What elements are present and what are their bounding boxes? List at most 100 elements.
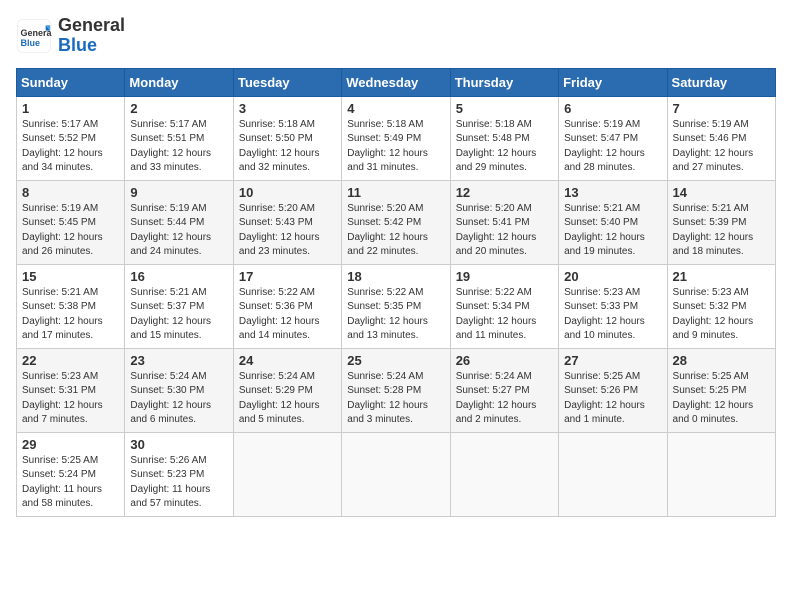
- calendar-cell: 25 Sunrise: 5:24 AMSunset: 5:28 PMDayligh…: [342, 348, 450, 432]
- calendar-cell: [450, 432, 558, 516]
- day-number: 13: [564, 185, 661, 200]
- day-info: Sunrise: 5:24 AMSunset: 5:27 PMDaylight:…: [456, 370, 553, 428]
- day-number: 5: [456, 101, 553, 116]
- day-info: Sunrise: 5:24 AMSunset: 5:29 PMDaylight:…: [239, 370, 336, 428]
- day-number: 14: [673, 185, 770, 200]
- calendar-cell: 26Sunrise: 5:24 AMSunset: 5:27 PMDayligh…: [450, 348, 558, 432]
- calendar-week-5: 29 Sunrise: 5:25 AMSunset: 5:24 PMDayligh…: [17, 432, 776, 516]
- calendar-cell: 13 Sunrise: 5:21 AMSunset: 5:40 PMDayligh…: [559, 180, 667, 264]
- calendar-cell: 7 Sunrise: 5:19 AMSunset: 5:46 PMDaylight…: [667, 96, 775, 180]
- calendar-cell: [667, 432, 775, 516]
- calendar-cell: 29 Sunrise: 5:25 AMSunset: 5:24 PMDayligh…: [17, 432, 125, 516]
- day-number: 20: [564, 269, 661, 284]
- day-number: 27: [564, 353, 661, 368]
- weekday-header-row: SundayMondayTuesdayWednesdayThursdayFrid…: [17, 68, 776, 96]
- weekday-header-sunday: Sunday: [17, 68, 125, 96]
- calendar-cell: 17 Sunrise: 5:22 AMSunset: 5:36 PMDayligh…: [233, 264, 341, 348]
- day-info: Sunrise: 5:20 AMSunset: 5:42 PMDaylight:…: [347, 202, 444, 260]
- day-number: 19: [456, 269, 553, 284]
- day-info: Sunrise: 5:18 AMSunset: 5:50 PMDaylight:…: [239, 118, 336, 176]
- day-number: 7: [673, 101, 770, 116]
- day-number: 29: [22, 437, 119, 452]
- day-info: Sunrise: 5:22 AMSunset: 5:34 PMDaylight:…: [456, 286, 553, 344]
- day-info: Sunrise: 5:21 AMSunset: 5:38 PMDaylight:…: [22, 286, 119, 344]
- day-number: 28: [673, 353, 770, 368]
- day-number: 12: [456, 185, 553, 200]
- calendar-cell: 15 Sunrise: 5:21 AMSunset: 5:38 PMDayligh…: [17, 264, 125, 348]
- day-number: 25: [347, 353, 444, 368]
- day-info: Sunrise: 5:20 AMSunset: 5:43 PMDaylight:…: [239, 202, 336, 260]
- calendar-cell: 1 Sunrise: 5:17 AMSunset: 5:52 PMDaylight…: [17, 96, 125, 180]
- day-number: 3: [239, 101, 336, 116]
- day-number: 24: [239, 353, 336, 368]
- page-header: General Blue General Blue: [16, 16, 776, 56]
- calendar-cell: 6 Sunrise: 5:19 AMSunset: 5:47 PMDaylight…: [559, 96, 667, 180]
- logo-blue: Blue: [58, 35, 97, 55]
- day-number: 21: [673, 269, 770, 284]
- calendar-cell: [342, 432, 450, 516]
- day-info: Sunrise: 5:18 AMSunset: 5:49 PMDaylight:…: [347, 118, 444, 176]
- calendar-cell: 2 Sunrise: 5:17 AMSunset: 5:51 PMDaylight…: [125, 96, 233, 180]
- calendar-body: 1 Sunrise: 5:17 AMSunset: 5:52 PMDaylight…: [17, 96, 776, 516]
- day-number: 18: [347, 269, 444, 284]
- calendar-cell: 8Sunrise: 5:19 AMSunset: 5:45 PMDaylight…: [17, 180, 125, 264]
- calendar-cell: 20 Sunrise: 5:23 AMSunset: 5:33 PMDayligh…: [559, 264, 667, 348]
- calendar-cell: 19 Sunrise: 5:22 AMSunset: 5:34 PMDayligh…: [450, 264, 558, 348]
- calendar-cell: 11 Sunrise: 5:20 AMSunset: 5:42 PMDayligh…: [342, 180, 450, 264]
- calendar-cell: 3 Sunrise: 5:18 AMSunset: 5:50 PMDaylight…: [233, 96, 341, 180]
- weekday-header-tuesday: Tuesday: [233, 68, 341, 96]
- day-number: 1: [22, 101, 119, 116]
- day-info: Sunrise: 5:24 AMSunset: 5:28 PMDaylight:…: [347, 370, 444, 428]
- day-info: Sunrise: 5:23 AMSunset: 5:32 PMDaylight:…: [673, 286, 770, 344]
- weekday-header-thursday: Thursday: [450, 68, 558, 96]
- day-info: Sunrise: 5:20 AMSunset: 5:41 PMDaylight:…: [456, 202, 553, 260]
- calendar-cell: 4Sunrise: 5:18 AMSunset: 5:49 PMDaylight…: [342, 96, 450, 180]
- day-info: Sunrise: 5:21 AMSunset: 5:39 PMDaylight:…: [673, 202, 770, 260]
- day-info: Sunrise: 5:22 AMSunset: 5:35 PMDaylight:…: [347, 286, 444, 344]
- day-info: Sunrise: 5:24 AMSunset: 5:30 PMDaylight:…: [130, 370, 227, 428]
- day-number: 6: [564, 101, 661, 116]
- calendar-cell: 22 Sunrise: 5:23 AMSunset: 5:31 PMDayligh…: [17, 348, 125, 432]
- calendar-week-2: 8Sunrise: 5:19 AMSunset: 5:45 PMDaylight…: [17, 180, 776, 264]
- day-info: Sunrise: 5:25 AMSunset: 5:24 PMDaylight:…: [22, 454, 119, 512]
- day-info: Sunrise: 5:23 AMSunset: 5:33 PMDaylight:…: [564, 286, 661, 344]
- calendar-cell: 23Sunrise: 5:24 AMSunset: 5:30 PMDayligh…: [125, 348, 233, 432]
- day-info: Sunrise: 5:19 AMSunset: 5:47 PMDaylight:…: [564, 118, 661, 176]
- day-info: Sunrise: 5:17 AMSunset: 5:52 PMDaylight:…: [22, 118, 119, 176]
- weekday-header-wednesday: Wednesday: [342, 68, 450, 96]
- calendar-cell: 9 Sunrise: 5:19 AMSunset: 5:44 PMDaylight…: [125, 180, 233, 264]
- day-info: Sunrise: 5:22 AMSunset: 5:36 PMDaylight:…: [239, 286, 336, 344]
- day-info: Sunrise: 5:26 AMSunset: 5:23 PMDaylight:…: [130, 454, 227, 512]
- day-info: Sunrise: 5:19 AMSunset: 5:46 PMDaylight:…: [673, 118, 770, 176]
- calendar-cell: 30 Sunrise: 5:26 AMSunset: 5:23 PMDayligh…: [125, 432, 233, 516]
- day-number: 2: [130, 101, 227, 116]
- day-number: 30: [130, 437, 227, 452]
- calendar-cell: 16Sunrise: 5:21 AMSunset: 5:37 PMDayligh…: [125, 264, 233, 348]
- day-info: Sunrise: 5:25 AMSunset: 5:26 PMDaylight:…: [564, 370, 661, 428]
- logo-icon: General Blue: [16, 18, 52, 54]
- day-info: Sunrise: 5:23 AMSunset: 5:31 PMDaylight:…: [22, 370, 119, 428]
- svg-text:Blue: Blue: [21, 38, 41, 48]
- calendar-cell: 5Sunrise: 5:18 AMSunset: 5:48 PMDaylight…: [450, 96, 558, 180]
- weekday-header-monday: Monday: [125, 68, 233, 96]
- day-info: Sunrise: 5:19 AMSunset: 5:44 PMDaylight:…: [130, 202, 227, 260]
- logo-general: General: [58, 15, 125, 35]
- calendar-cell: 18 Sunrise: 5:22 AMSunset: 5:35 PMDayligh…: [342, 264, 450, 348]
- calendar-week-1: 1 Sunrise: 5:17 AMSunset: 5:52 PMDaylight…: [17, 96, 776, 180]
- logo-text: General Blue: [58, 16, 125, 56]
- day-number: 17: [239, 269, 336, 284]
- calendar-cell: 10 Sunrise: 5:20 AMSunset: 5:43 PMDayligh…: [233, 180, 341, 264]
- day-info: Sunrise: 5:21 AMSunset: 5:40 PMDaylight:…: [564, 202, 661, 260]
- day-number: 11: [347, 185, 444, 200]
- day-number: 22: [22, 353, 119, 368]
- calendar-cell: 14 Sunrise: 5:21 AMSunset: 5:39 PMDayligh…: [667, 180, 775, 264]
- day-info: Sunrise: 5:17 AMSunset: 5:51 PMDaylight:…: [130, 118, 227, 176]
- day-number: 9: [130, 185, 227, 200]
- day-number: 10: [239, 185, 336, 200]
- page-container: General Blue General Blue SundayMondayTu…: [0, 0, 792, 525]
- weekday-header-saturday: Saturday: [667, 68, 775, 96]
- day-number: 8: [22, 185, 119, 200]
- day-number: 15: [22, 269, 119, 284]
- calendar-cell: 28Sunrise: 5:25 AMSunset: 5:25 PMDayligh…: [667, 348, 775, 432]
- day-info: Sunrise: 5:21 AMSunset: 5:37 PMDaylight:…: [130, 286, 227, 344]
